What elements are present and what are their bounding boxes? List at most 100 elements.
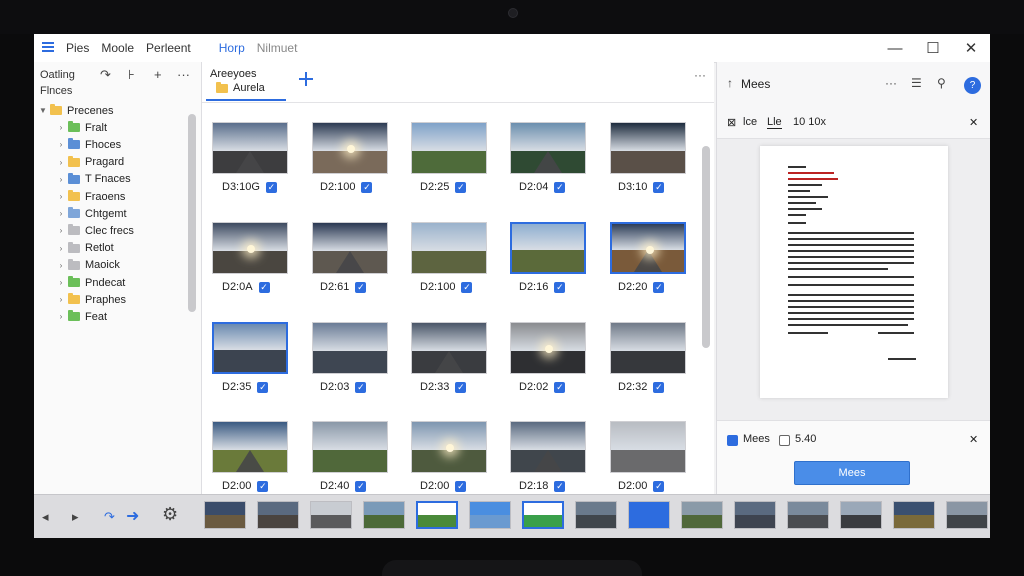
check-icon[interactable]: ✓ — [461, 281, 473, 293]
tree-item[interactable]: › Praphes — [56, 291, 126, 308]
filmstrip-thumbnail[interactable] — [416, 501, 458, 529]
tree-item[interactable]: › Pragard — [56, 154, 124, 171]
photo-thumbnail[interactable] — [312, 222, 388, 274]
app-menu-icon[interactable] — [42, 42, 54, 54]
chevron-icon[interactable]: › — [56, 140, 66, 149]
tree-item[interactable]: › Clec frecs — [56, 222, 134, 239]
help-icon[interactable]: ? — [964, 77, 981, 94]
add-folder-button[interactable]: + — [154, 67, 162, 82]
apply-button[interactable]: Mees — [794, 461, 910, 485]
chevron-icon[interactable]: › — [56, 226, 66, 235]
chevron-icon[interactable]: › — [56, 278, 66, 287]
check-icon[interactable]: ✓ — [554, 181, 566, 193]
photo-thumbnail[interactable] — [212, 421, 288, 473]
arrow-up-icon[interactable]: ↑ — [727, 76, 733, 90]
chevron-icon[interactable]: › — [56, 209, 66, 218]
check-icon[interactable]: ✓ — [257, 381, 269, 393]
menu-item-perleent[interactable]: Perleent — [140, 41, 197, 55]
tree-item[interactable]: › Retlot — [56, 240, 114, 257]
preview-close-icon[interactable]: ✕ — [969, 116, 978, 129]
filmstrip-thumbnail[interactable] — [469, 501, 511, 529]
chevron-icon[interactable]: › — [56, 123, 66, 132]
tree-item[interactable]: › T Fnaces — [56, 171, 131, 188]
tab-horp[interactable]: Horp — [213, 41, 251, 55]
check-icon[interactable]: ✓ — [554, 480, 566, 492]
app-name[interactable]: Pies — [60, 41, 95, 55]
tree-item[interactable]: › Maoick — [56, 257, 120, 274]
filmstrip-thumbnail[interactable] — [575, 501, 617, 529]
menu-item-moole[interactable]: Moole — [95, 41, 140, 55]
chevron-icon[interactable]: › — [56, 295, 66, 304]
photo-thumbnail[interactable] — [610, 421, 686, 473]
check-icon[interactable]: ✓ — [653, 381, 665, 393]
photo-thumbnail[interactable] — [610, 122, 686, 174]
tab-nilmuet[interactable]: Nilmuet — [251, 41, 304, 55]
check-icon[interactable]: ✓ — [455, 181, 467, 193]
chevron-icon[interactable]: › — [56, 244, 66, 253]
filmstrip-thumbnail[interactable] — [787, 501, 829, 529]
tab-folder-aurela[interactable]: Aurela — [216, 81, 265, 94]
value-checkbox[interactable] — [779, 435, 790, 446]
tree-item[interactable]: › Chtgemt — [56, 205, 127, 222]
tree-item[interactable]: › Feat — [56, 308, 107, 325]
rotate-icon[interactable]: ↷ — [104, 509, 115, 525]
photo-thumbnail[interactable] — [411, 222, 487, 274]
sidebar-more-button[interactable]: ··· — [177, 67, 190, 82]
filmstrip-thumbnail[interactable] — [310, 501, 352, 529]
check-icon[interactable]: ✓ — [455, 381, 467, 393]
filmstrip-thumbnail[interactable] — [946, 501, 988, 529]
chevron-icon[interactable]: › — [56, 312, 66, 321]
preview-more-button[interactable]: ··· — [885, 76, 897, 90]
search-icon[interactable]: ⚲ — [937, 76, 946, 90]
check-icon[interactable]: ✓ — [653, 480, 665, 492]
photo-thumbnail[interactable] — [212, 322, 288, 374]
tree-item[interactable]: ▼ Precenes — [38, 102, 113, 119]
tree-item[interactable]: › Fralt — [56, 119, 107, 136]
minimize-button[interactable]: — — [876, 34, 914, 62]
photo-thumbnail[interactable] — [510, 421, 586, 473]
list-view-icon[interactable]: ☰ — [911, 76, 922, 90]
check-icon[interactable]: ✓ — [265, 181, 277, 193]
photo-thumbnail[interactable] — [510, 122, 586, 174]
close-button[interactable]: ✕ — [952, 34, 990, 62]
filmstrip-thumbnail[interactable] — [522, 501, 564, 529]
filmstrip-thumbnail[interactable] — [734, 501, 776, 529]
check-icon[interactable]: ✓ — [355, 381, 367, 393]
check-icon[interactable]: ✓ — [257, 480, 269, 492]
prev-icon[interactable]: ◂ — [42, 509, 49, 525]
grid-scrollbar[interactable] — [702, 146, 710, 348]
maximize-button[interactable]: ☐ — [914, 34, 952, 62]
refresh-icon[interactable]: ↷ — [100, 67, 111, 83]
preview-tab-a[interactable]: lce — [743, 116, 757, 128]
filmstrip-thumbnail[interactable] — [257, 501, 299, 529]
tree-item[interactable]: › Fhoces — [56, 136, 121, 153]
photo-thumbnail[interactable] — [411, 421, 487, 473]
chevron-icon[interactable]: › — [56, 158, 66, 167]
check-icon[interactable]: ✓ — [554, 281, 566, 293]
doc-icon[interactable]: ⊠ — [727, 116, 736, 129]
footer-close-icon[interactable]: ✕ — [969, 433, 978, 446]
photo-thumbnail[interactable] — [510, 322, 586, 374]
filmstrip-thumbnail[interactable] — [893, 501, 935, 529]
add-tab-icon[interactable] — [299, 72, 313, 86]
photo-thumbnail[interactable] — [212, 222, 288, 274]
chevron-icon[interactable]: › — [56, 175, 66, 184]
photo-thumbnail[interactable] — [411, 122, 487, 174]
photo-thumbnail[interactable] — [312, 322, 388, 374]
photo-thumbnail[interactable] — [610, 322, 686, 374]
check-icon[interactable]: ✓ — [554, 381, 566, 393]
settings-gear-icon[interactable]: ⚙ — [162, 504, 178, 525]
photo-thumbnail[interactable] — [312, 122, 388, 174]
chevron-icon[interactable]: ▼ — [38, 106, 48, 115]
photo-thumbnail[interactable] — [411, 322, 487, 374]
tree-item[interactable]: › Pndecat — [56, 274, 125, 291]
mees-checkbox[interactable] — [727, 435, 738, 446]
filmstrip-thumbnail[interactable] — [840, 501, 882, 529]
next-icon[interactable]: ▸ — [72, 509, 79, 525]
preview-tab-b[interactable]: Lle — [767, 116, 782, 129]
filmstrip-thumbnail[interactable] — [681, 501, 723, 529]
check-icon[interactable]: ✓ — [258, 281, 270, 293]
check-icon[interactable]: ✓ — [355, 480, 367, 492]
forward-arrow-icon[interactable]: ➜ — [126, 506, 139, 526]
photo-thumbnail[interactable] — [312, 421, 388, 473]
